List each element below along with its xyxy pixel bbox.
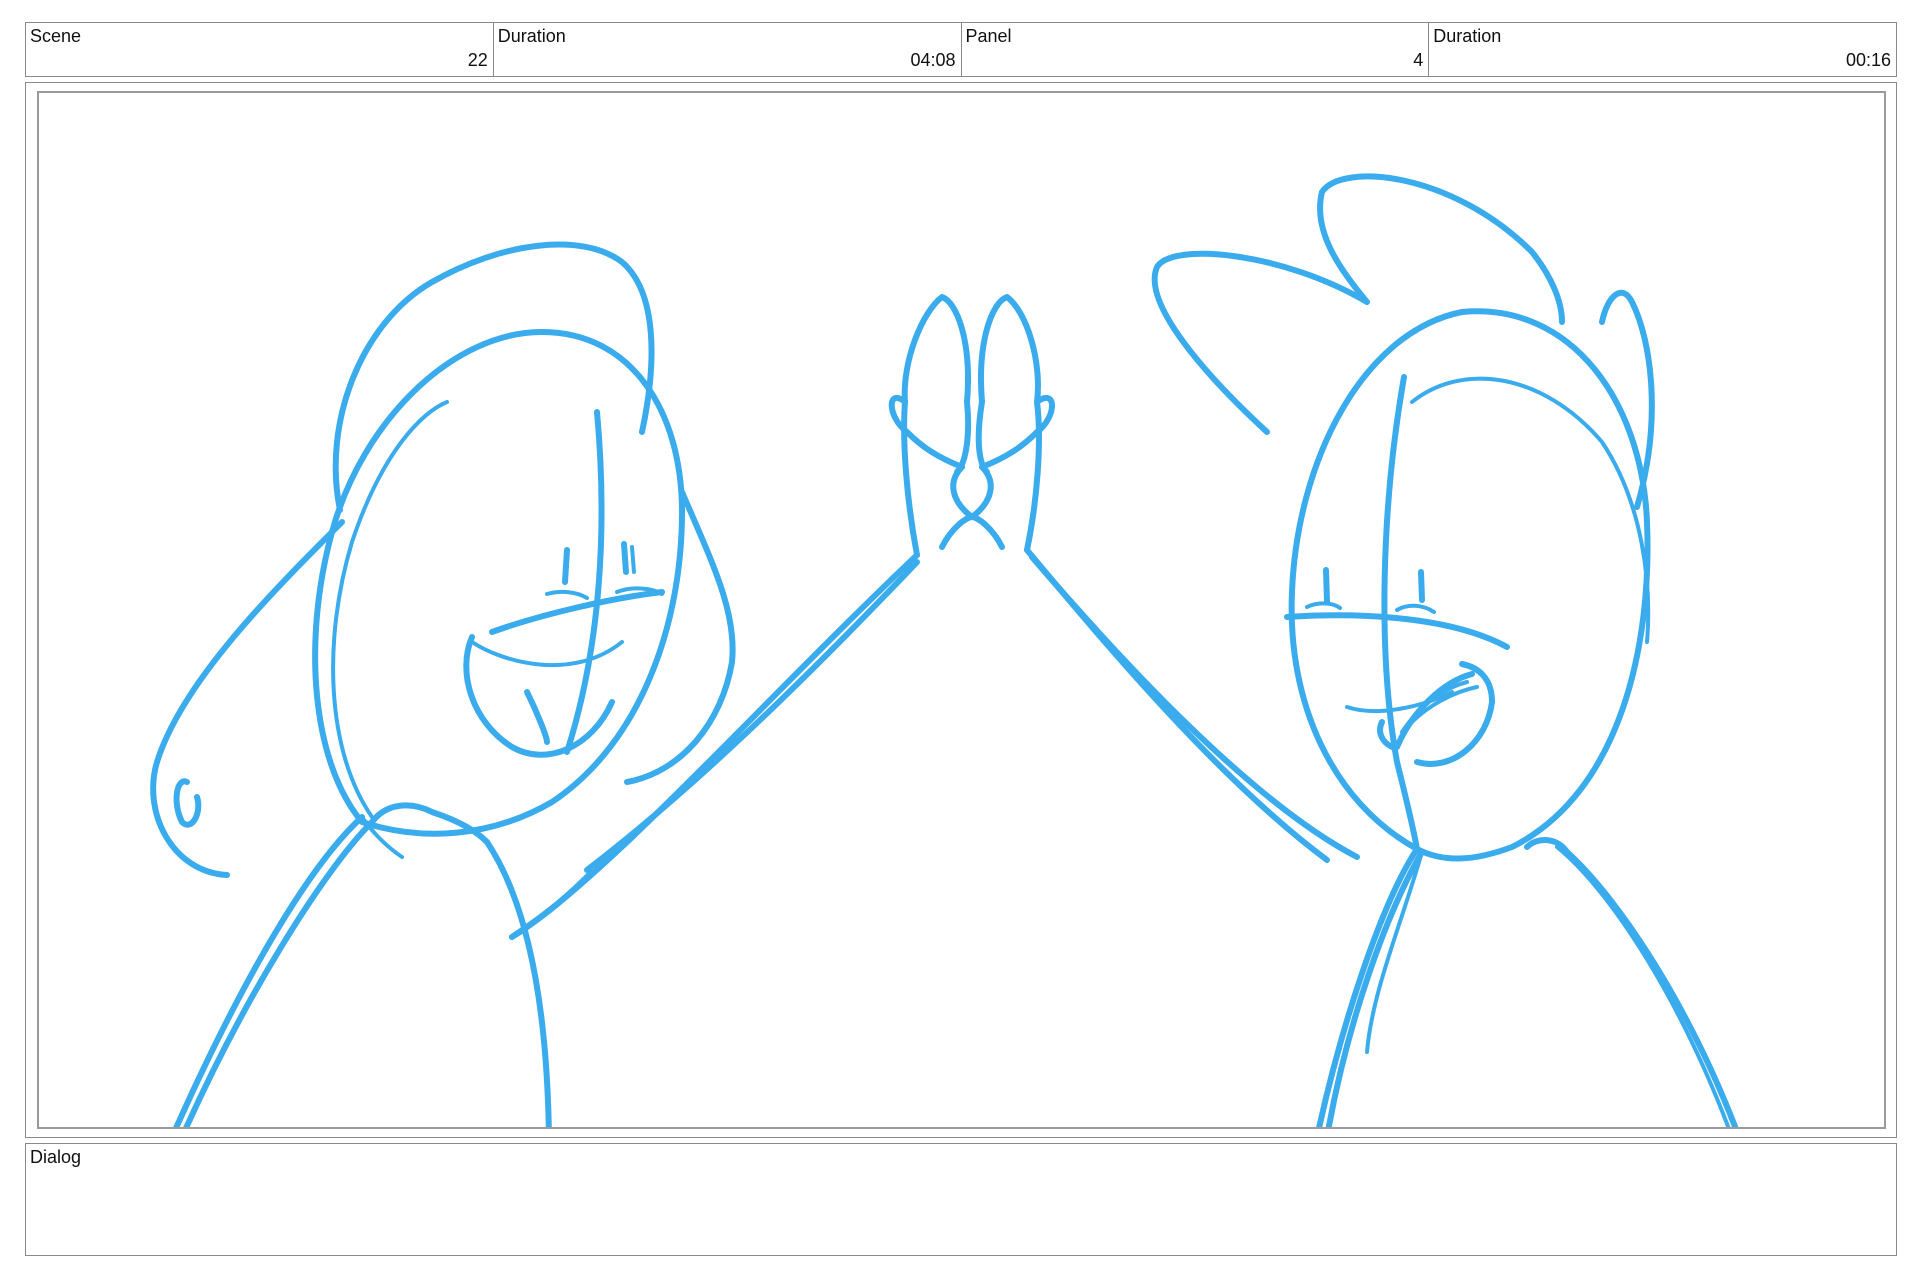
- scene-label: Scene: [30, 26, 82, 46]
- hands-right-finger: [975, 294, 1042, 553]
- scene-value[interactable]: 22: [468, 50, 488, 71]
- high-five-sketch: [150, 173, 1739, 1127]
- right-brow-left: [1305, 601, 1342, 610]
- right-glasses-line: [1284, 612, 1510, 650]
- left-body-left: [183, 819, 375, 1127]
- left-eye-right: [621, 541, 629, 575]
- left-body-right: [484, 839, 552, 1127]
- right-brow-right: [1395, 603, 1436, 614]
- left-eye-right-b: [630, 545, 636, 574]
- left-head-inner: [331, 400, 449, 819]
- left-hair-curl: [173, 778, 202, 828]
- right-head-inner: [1410, 376, 1651, 644]
- right-eye-right: [1418, 569, 1425, 603]
- dialog-box[interactable]: Dialog: [25, 1143, 1897, 1256]
- left-tongue: [524, 689, 550, 745]
- left-collar: [360, 815, 404, 859]
- panel-label: Panel: [965, 26, 1012, 46]
- right-arm-upper: [1024, 547, 1330, 863]
- left-brow-left: [545, 589, 589, 600]
- panel-cell: Panel 4: [962, 23, 1430, 76]
- hands-palm: [939, 514, 1005, 550]
- panel-header: Scene 22 Duration 04:08 Panel 4 Duration…: [25, 22, 1897, 77]
- hands-knot: [950, 464, 994, 520]
- hands-left-finger: [901, 294, 972, 558]
- left-mouth-top: [470, 640, 624, 668]
- left-hair-part: [564, 409, 605, 755]
- left-arm-edge: [509, 869, 595, 940]
- right-body-right-2: [1555, 845, 1731, 1127]
- right-head-outline: [1288, 308, 1651, 862]
- right-hair-swoosh: [1151, 173, 1565, 435]
- left-head-outline: [312, 329, 685, 837]
- panel-value[interactable]: 4: [1413, 50, 1423, 71]
- right-eye-left: [1323, 567, 1330, 605]
- scene-duration-cell: Duration 04:08: [494, 23, 962, 76]
- right-hair-part: [1381, 374, 1420, 852]
- panel-drawing-area[interactable]: [37, 91, 1886, 1129]
- panel-duration-value[interactable]: 00:16: [1846, 50, 1891, 71]
- scene-duration-value[interactable]: 04:08: [910, 50, 955, 71]
- panel-duration-label: Duration: [1433, 26, 1502, 46]
- scene-cell: Scene 22: [26, 23, 494, 76]
- left-eye-left: [562, 547, 570, 585]
- left-glasses-line: [489, 589, 665, 635]
- scene-duration-label: Duration: [497, 26, 566, 46]
- dialog-label: Dialog: [30, 1147, 82, 1167]
- panel-duration-cell: Duration 00:16: [1429, 23, 1896, 76]
